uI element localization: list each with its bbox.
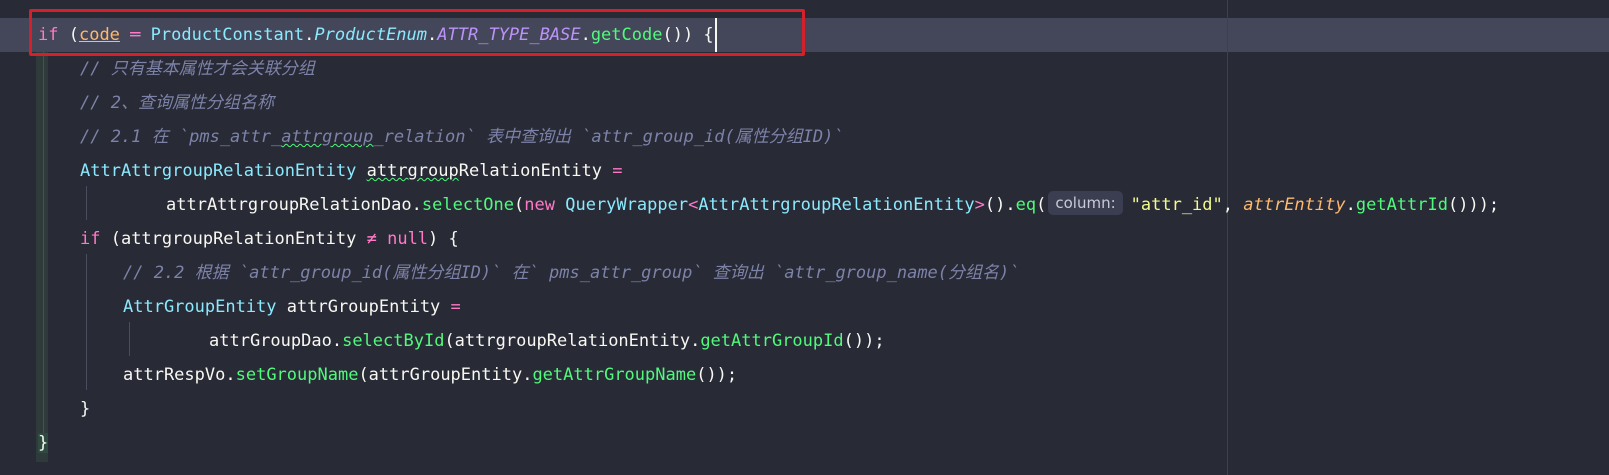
code-token: attrgroup (281, 127, 374, 147)
code-line[interactable]: attrGroupDao.selectById(attrgroupRelatio… (209, 324, 885, 358)
code-token: = (440, 297, 461, 317)
code-token: attrGroupEntity (276, 297, 441, 317)
code-token: // 2.2 根据 `attr_group_id(属性分组ID)` 在` pms… (123, 263, 1020, 283)
code-line[interactable]: // 2、查询属性分组名称 (80, 86, 274, 120)
code-token: ( (58, 25, 79, 45)
code-token: . (580, 25, 591, 45)
code-token: ( (1036, 195, 1047, 215)
code-token: AttrAttrgroupRelationEntity (698, 195, 975, 215)
code-token: attrgroup (366, 161, 459, 181)
code-line[interactable]: attrAttrgroupRelationDao.selectOne(new Q… (166, 188, 1499, 222)
code-token: AttrAttrgroupRelationEntity (80, 161, 357, 181)
code-token: ()) (662, 25, 704, 45)
code-token: ())); (1447, 195, 1500, 215)
brace-scope-highlight (36, 52, 48, 462)
code-token: eq (1015, 195, 1037, 215)
code-line[interactable]: // 2.2 根据 `attr_group_id(属性分组ID)` 在` pms… (123, 256, 1020, 290)
code-token: _relation` 表中查询出 `attr_group_id(属性分组ID)` (373, 127, 844, 147)
code-token: > (974, 195, 985, 215)
code-token: getCode (590, 25, 663, 45)
code-token: if (80, 229, 101, 249)
right-margin-guide (1227, 0, 1228, 475)
code-line[interactable]: } (38, 426, 49, 460)
code-token: selectById (342, 331, 445, 351)
code-token: // 2、查询属性分组名称 (80, 93, 274, 113)
code-token: (attrgroupRelationEntity (100, 229, 367, 249)
code-token: ( (514, 195, 525, 215)
code-token: RelationEntity (458, 161, 603, 181)
code-token: // 只有基本属性才会关联分组 (80, 59, 315, 79)
code-token: attrRespVo (123, 365, 226, 385)
code-token: < (688, 195, 699, 215)
code-line[interactable]: // 只有基本属性才会关联分组 (80, 52, 315, 86)
code-token: getAttrGroupId (700, 331, 844, 351)
parameter-hint: column: (1048, 191, 1123, 215)
indent-guide (86, 186, 87, 220)
indent-guide (129, 322, 130, 356)
code-token: , (1222, 195, 1244, 215)
code-line[interactable]: attrRespVo.setGroupName(attrGroupEntity.… (123, 358, 737, 392)
code-token: ) { (428, 229, 459, 249)
code-token: code (78, 25, 120, 45)
code-token: ═ (119, 25, 151, 45)
code-token: new (524, 195, 555, 215)
code-token: . (1345, 195, 1356, 215)
code-token: setGroupName (235, 365, 359, 385)
code-token: . (304, 25, 315, 45)
code-token: ProductEnum (314, 25, 428, 45)
code-token: = (602, 161, 623, 181)
code-editor[interactable]: if (code ═ ProductConstant.ProductEnum.A… (0, 0, 1609, 475)
code-token: (attrgroupRelationEntity. (444, 331, 701, 351)
indent-guide (86, 254, 87, 390)
code-token: ATTR_TYPE_BASE (437, 25, 581, 45)
code-line[interactable]: AttrAttrgroupRelationEntity attrgroupRel… (80, 154, 623, 188)
text-caret: { (703, 18, 717, 52)
code-token: . (411, 195, 422, 215)
indent-guide (43, 52, 44, 436)
code-token: ≠ (366, 229, 377, 249)
code-token: } (80, 399, 91, 419)
code-token: ()); (843, 331, 885, 351)
code-line[interactable]: AttrGroupEntity attrGroupEntity = (123, 290, 461, 324)
code-token: getAttrGroupName (532, 365, 697, 385)
code-token: ProductConstant (150, 25, 305, 45)
code-token: attrEntity (1243, 195, 1346, 215)
code-token: ()); (696, 365, 738, 385)
code-line[interactable]: } (80, 392, 90, 426)
code-token: QueryWrapper (565, 195, 689, 215)
code-line[interactable]: if (attrgroupRelationEntity ≠ null) { (80, 222, 459, 256)
code-token: } (38, 433, 49, 453)
code-token: . (225, 365, 236, 385)
code-token: null (387, 229, 429, 249)
code-token: (attrGroupEntity. (358, 365, 533, 385)
code-token: . (331, 331, 343, 351)
code-token: (). (984, 195, 1016, 215)
code-token: . (427, 25, 438, 45)
code-token: AttrGroupEntity (123, 297, 277, 317)
code-token: attrGroupDao (209, 331, 332, 351)
code-line[interactable]: if (code ═ ProductConstant.ProductEnum.A… (38, 18, 717, 52)
code-token: if (38, 25, 59, 45)
code-token: selectOne (421, 195, 515, 215)
code-token: "attr_id" (1130, 195, 1223, 215)
code-token: getAttrId (1355, 195, 1448, 215)
code-token: attrAttrgroupRelationDao (166, 195, 412, 215)
code-line[interactable]: // 2.1 在 `pms_attr_attrgroup_relation` 表… (80, 120, 844, 154)
code-token: // 2.1 在 `pms_attr_ (80, 127, 282, 147)
